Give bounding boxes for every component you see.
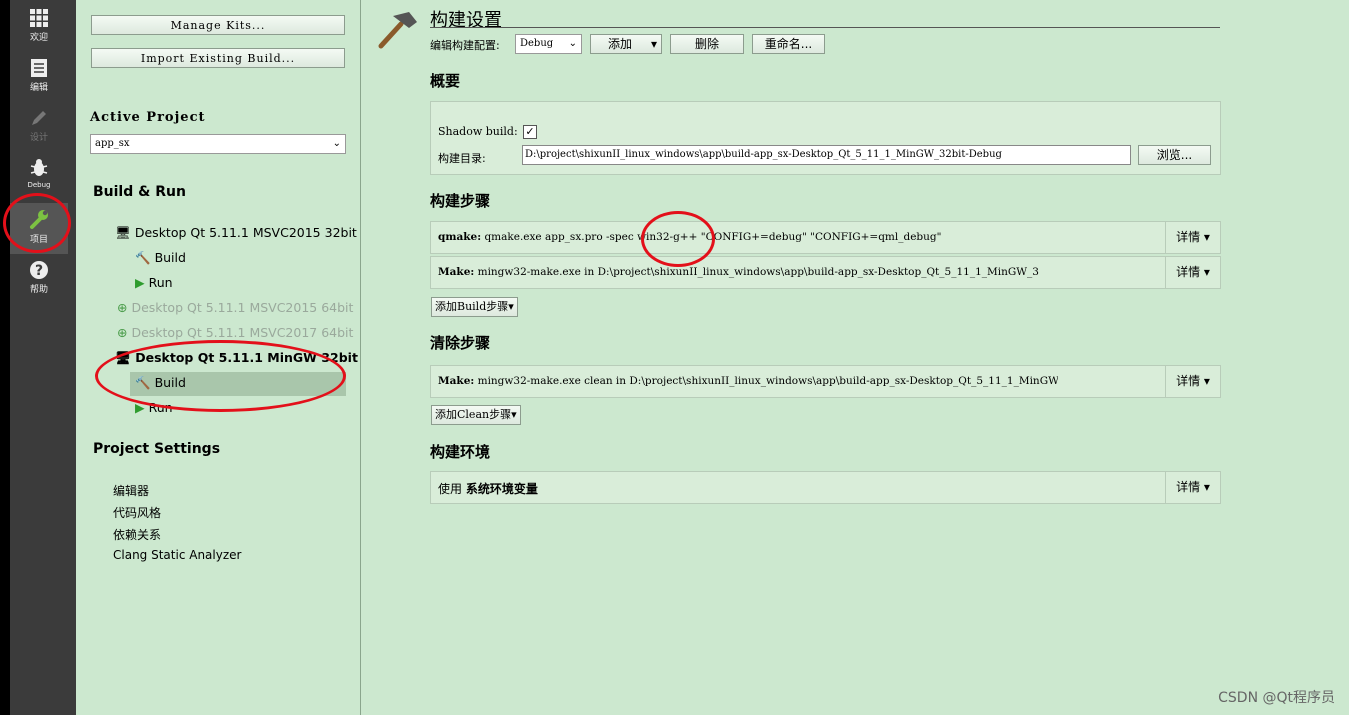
page-title: 构建设置 <box>430 10 502 31</box>
title-divider <box>430 27 1220 28</box>
add-label: 添加 <box>608 37 633 51</box>
env-title: 构建环境 <box>430 443 491 461</box>
pencil-icon <box>32 111 46 125</box>
add-clean-step-button[interactable]: 添加Clean步骤▾ <box>431 405 521 425</box>
import-build-button[interactable]: Import Existing Build... <box>91 48 345 68</box>
step-summary: Make: mingw32-make.exe clean in D:\proje… <box>438 375 1058 387</box>
clean-steps-title: 清除步骤 <box>430 334 491 352</box>
build-dir-input[interactable]: D:\project\shixunII_linux_windows\app\bu… <box>522 145 1131 165</box>
kit-msvc2015-32-build[interactable]: 🔨 Build <box>135 250 186 266</box>
kit-msvc2015-32[interactable]: 🖥 Desktop Qt 5.11.1 MSVC2015 32bit <box>115 225 357 241</box>
hammer-icon: 🔨 <box>135 250 151 265</box>
settings-item-clang-analyzer[interactable]: Clang Static Analyzer <box>113 548 241 562</box>
mode-debug[interactable]: Debug <box>10 158 68 190</box>
overview-box: Shadow build: ✓ 构建目录: D:\project\shixunI… <box>430 101 1221 175</box>
build-env-row[interactable]: 使用 系统环境变量 详情 ▾ <box>430 471 1221 504</box>
shadow-build-label: Shadow build: <box>438 125 518 138</box>
step-command: mingw32-make.exe in D:\project\shixunII_… <box>477 266 1039 278</box>
build-label: Build <box>154 250 186 265</box>
config-value: Debug <box>520 38 554 49</box>
browse-button[interactable]: 浏览... <box>1138 145 1211 165</box>
monitor-icon: 🖥 <box>115 225 131 240</box>
chevron-down-icon: ⌄ <box>568 38 577 49</box>
add-kit-icon: ⊕ <box>117 300 128 315</box>
settings-item-dependencies[interactable]: 依赖关系 <box>113 526 161 543</box>
left-border <box>0 0 10 715</box>
settings-item-code-style[interactable]: 代码风格 <box>113 504 161 521</box>
step-summary: qmake: qmake.exe app_sx.pro -spec win32-… <box>438 231 1058 243</box>
step-name: qmake: <box>438 231 482 243</box>
hammer-icon <box>378 12 417 49</box>
details-button[interactable]: 详情 ▾ <box>1165 472 1220 503</box>
dropdown-arrow-icon: ▾ <box>508 300 514 313</box>
project-settings-title: Project Settings <box>93 441 221 457</box>
add-clean-step-label: 添加Clean步骤 <box>435 408 512 421</box>
step-name: Make: <box>438 266 475 278</box>
active-project-select[interactable]: app_sx ⌄ <box>90 134 346 154</box>
chevron-down-icon: ⌄ <box>332 138 341 149</box>
mode-help[interactable]: ? 帮助 <box>10 260 68 295</box>
mode-label: 设计 <box>29 133 48 143</box>
build-steps-title: 构建步骤 <box>430 192 491 210</box>
mode-label: Debug <box>27 181 51 189</box>
active-project-label: Active Project <box>90 110 206 125</box>
add-build-step-button[interactable]: 添加Build步骤▾ <box>431 297 518 317</box>
dropdown-arrow-icon: ▾ <box>650 37 657 51</box>
edit-config-label: 编辑构建配置: <box>430 39 500 52</box>
annotation-circle-projects <box>3 193 71 253</box>
bug-icon <box>30 159 48 176</box>
annotation-circle-mingw-kit <box>95 340 346 412</box>
mode-welcome[interactable]: 欢迎 <box>10 8 68 43</box>
help-icon: ? <box>30 261 48 279</box>
dropdown-arrow-icon: ▾ <box>511 408 517 421</box>
details-button[interactable]: 详情 ▾ <box>1165 222 1220 253</box>
kit-name: Desktop Qt 5.11.1 MSVC2017 64bit <box>131 325 354 340</box>
build-settings-panel: 构建设置 编辑构建配置: Debug ⌄ 添加 ▾ 删除 重命名... 概要 S… <box>361 0 1349 715</box>
add-kit-icon: ⊕ <box>117 325 128 340</box>
mode-design[interactable]: 设计 <box>10 108 68 143</box>
env-use-label: 使用 <box>438 482 463 496</box>
kit-msvc2017-64[interactable]: ⊕ Desktop Qt 5.11.1 MSVC2017 64bit <box>117 325 353 340</box>
mode-label: 欢迎 <box>29 33 48 43</box>
svg-text:?: ? <box>35 263 43 279</box>
delete-config-button[interactable]: 删除 <box>670 34 744 54</box>
config-select[interactable]: Debug ⌄ <box>515 34 582 54</box>
add-config-button[interactable]: 添加 ▾ <box>590 34 662 54</box>
step-summary: Make: mingw32-make.exe in D:\project\shi… <box>438 266 1058 278</box>
run-label: Run <box>148 275 173 290</box>
build-step-qmake[interactable]: qmake: qmake.exe app_sx.pro -spec win32-… <box>430 221 1221 254</box>
step-command: mingw32-make.exe clean in D:\project\shi… <box>477 375 1058 387</box>
env-value: 系统环境变量 <box>465 482 538 496</box>
run-icon: ▶ <box>135 275 145 290</box>
details-button[interactable]: 详情 ▾ <box>1165 257 1220 288</box>
watermark: CSDN @Qt程序员 <box>1218 690 1335 706</box>
overview-title: 概要 <box>430 72 461 90</box>
shadow-build-checkbox[interactable]: ✓ <box>523 125 537 139</box>
step-name: Make: <box>438 375 475 387</box>
build-run-title: Build & Run <box>93 184 186 200</box>
grid-icon <box>30 9 48 27</box>
build-step-make[interactable]: Make: mingw32-make.exe in D:\project\shi… <box>430 256 1221 289</box>
mode-label: 帮助 <box>29 285 48 295</box>
active-project-value: app_sx <box>95 138 130 149</box>
mode-bar: 欢迎 编辑 设计 Debug 项目 ? 帮助 <box>10 0 76 715</box>
add-build-step-label: 添加Build步骤 <box>435 300 509 313</box>
kit-name: Desktop Qt 5.11.1 MSVC2015 64bit <box>131 300 354 315</box>
clean-step-make[interactable]: Make: mingw32-make.exe clean in D:\proje… <box>430 365 1221 398</box>
manage-kits-button[interactable]: Manage Kits... <box>91 15 345 35</box>
rename-config-button[interactable]: 重命名... <box>752 34 825 54</box>
kit-msvc2015-32-run[interactable]: ▶ Run <box>135 275 173 290</box>
build-dir-label: 构建目录: <box>438 152 486 165</box>
annotation-circle-spec <box>641 211 715 267</box>
kit-msvc2015-64[interactable]: ⊕ Desktop Qt 5.11.1 MSVC2015 64bit <box>117 300 353 315</box>
mode-label: 编辑 <box>29 83 48 93</box>
mode-edit[interactable]: 编辑 <box>10 58 68 93</box>
kit-name: Desktop Qt 5.11.1 MSVC2015 32bit <box>134 225 357 240</box>
settings-item-editor[interactable]: 编辑器 <box>113 482 149 499</box>
document-icon <box>31 59 47 77</box>
details-button[interactable]: 详情 ▾ <box>1165 366 1220 397</box>
env-summary: 使用 系统环境变量 <box>438 480 538 497</box>
